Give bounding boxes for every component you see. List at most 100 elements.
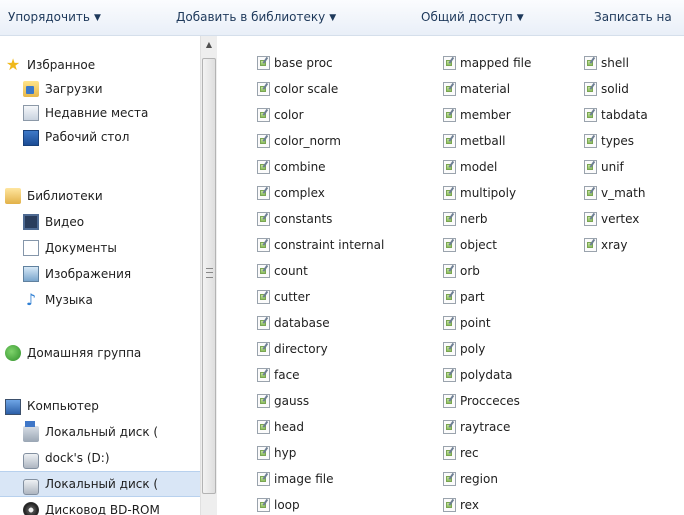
pictures-library-icon bbox=[23, 266, 39, 282]
file-item[interactable]: hyp bbox=[257, 440, 384, 466]
file-item[interactable]: types bbox=[584, 128, 648, 154]
nav-item-downloads[interactable]: Загрузки bbox=[0, 77, 200, 101]
file-item[interactable]: constants bbox=[257, 206, 384, 232]
file-icon bbox=[257, 316, 270, 330]
file-name: poly bbox=[460, 342, 486, 356]
burn-button[interactable]: Записать на bbox=[594, 10, 672, 24]
file-item[interactable]: solid bbox=[584, 76, 648, 102]
file-icon bbox=[584, 186, 597, 200]
nav-label: Библиотеки bbox=[27, 189, 103, 203]
file-item[interactable]: multipoly bbox=[443, 180, 531, 206]
file-item[interactable]: point bbox=[443, 310, 531, 336]
file-icon bbox=[257, 264, 270, 278]
file-icon bbox=[443, 134, 456, 148]
file-item[interactable]: model bbox=[443, 154, 531, 180]
file-item[interactable]: color bbox=[257, 102, 384, 128]
nav-item-video[interactable]: Видео bbox=[0, 210, 200, 234]
nav-label: Загрузки bbox=[45, 82, 103, 96]
file-item[interactable]: material bbox=[443, 76, 531, 102]
scroll-up-arrow-icon[interactable]: ▲ bbox=[201, 36, 217, 53]
nav-item-local-disk[interactable]: Локальный диск ( bbox=[0, 471, 200, 497]
file-icon bbox=[257, 472, 270, 486]
nav-label: Локальный диск ( bbox=[45, 425, 159, 439]
file-item[interactable]: xray bbox=[584, 232, 648, 258]
nav-item-recent-places[interactable]: Недавние места bbox=[0, 101, 200, 125]
file-item[interactable]: combine bbox=[257, 154, 384, 180]
file-icon bbox=[257, 342, 270, 356]
nav-item-dock-d[interactable]: dock's (D:) bbox=[0, 446, 200, 470]
file-item[interactable]: loop bbox=[257, 492, 384, 515]
file-icon bbox=[443, 56, 456, 70]
file-item[interactable]: object bbox=[443, 232, 531, 258]
file-item[interactable]: Procceces bbox=[443, 388, 531, 414]
file-item[interactable]: rec bbox=[443, 440, 531, 466]
nav-item-music[interactable]: ♪ Музыка bbox=[0, 288, 200, 312]
file-name: gauss bbox=[274, 394, 310, 408]
file-item[interactable]: count bbox=[257, 258, 384, 284]
file-item[interactable]: constraint internal bbox=[257, 232, 384, 258]
file-name: count bbox=[274, 264, 308, 278]
file-item[interactable]: orb bbox=[443, 258, 531, 284]
nav-favorites[interactable]: ★ Избранное bbox=[0, 53, 200, 77]
file-item[interactable]: color_norm bbox=[257, 128, 384, 154]
file-name: raytrace bbox=[460, 420, 511, 434]
file-column: mapped file material member metball model mul… bbox=[443, 50, 531, 515]
scrollbar-thumb[interactable] bbox=[202, 58, 216, 494]
burn-label: Записать на bbox=[594, 10, 672, 24]
file-name: metball bbox=[460, 134, 506, 148]
organize-button[interactable]: Упорядочить ▼ bbox=[8, 10, 101, 24]
file-item[interactable]: head bbox=[257, 414, 384, 440]
file-item[interactable]: v_math bbox=[584, 180, 648, 206]
documents-library-icon bbox=[23, 240, 39, 256]
share-button[interactable]: Общий доступ ▼ bbox=[421, 10, 524, 24]
file-item[interactable]: part bbox=[443, 284, 531, 310]
file-item[interactable]: complex bbox=[257, 180, 384, 206]
file-item[interactable]: image file bbox=[257, 466, 384, 492]
file-icon bbox=[257, 186, 270, 200]
file-item[interactable]: mapped file bbox=[443, 50, 531, 76]
file-item[interactable]: raytrace bbox=[443, 414, 531, 440]
nav-computer[interactable]: Компьютер bbox=[0, 394, 200, 418]
file-item[interactable]: cutter bbox=[257, 284, 384, 310]
file-item[interactable]: poly bbox=[443, 336, 531, 362]
file-name: model bbox=[460, 160, 498, 174]
add-to-library-button[interactable]: Добавить в библиотеку ▼ bbox=[176, 10, 336, 24]
file-item[interactable]: tabdata bbox=[584, 102, 648, 128]
file-name: tabdata bbox=[601, 108, 648, 122]
file-item[interactable]: nerb bbox=[443, 206, 531, 232]
file-icon bbox=[257, 160, 270, 174]
nav-label: Компьютер bbox=[27, 399, 99, 413]
file-item[interactable]: database bbox=[257, 310, 384, 336]
nav-scrollbar[interactable]: ▲ bbox=[200, 36, 217, 515]
file-item[interactable]: unif bbox=[584, 154, 648, 180]
file-item[interactable]: member bbox=[443, 102, 531, 128]
nav-homegroup[interactable]: Домашняя группа bbox=[0, 341, 200, 365]
homegroup-icon bbox=[5, 345, 21, 361]
nav-item-documents[interactable]: Документы bbox=[0, 236, 200, 260]
recent-places-icon bbox=[23, 105, 39, 121]
file-item[interactable]: rex bbox=[443, 492, 531, 515]
nav-item-local-disk-c[interactable]: Локальный диск ( bbox=[0, 420, 200, 444]
file-item[interactable]: gauss bbox=[257, 388, 384, 414]
file-item[interactable]: vertex bbox=[584, 206, 648, 232]
nav-label: Домашняя группа bbox=[27, 346, 142, 360]
file-item[interactable]: metball bbox=[443, 128, 531, 154]
nav-item-images[interactable]: Изображения bbox=[0, 262, 200, 286]
nav-label: Дисковод BD-ROM bbox=[45, 503, 160, 515]
file-item[interactable]: face bbox=[257, 362, 384, 388]
file-item[interactable]: base proc bbox=[257, 50, 384, 76]
nav-libraries[interactable]: Библиотеки bbox=[0, 184, 200, 208]
nav-item-bd-rom[interactable]: Дисковод BD-ROM bbox=[0, 498, 200, 515]
file-item[interactable]: directory bbox=[257, 336, 384, 362]
file-item[interactable]: color scale bbox=[257, 76, 384, 102]
nav-label: Музыка bbox=[45, 293, 93, 307]
file-icon bbox=[443, 316, 456, 330]
file-item[interactable]: polydata bbox=[443, 362, 531, 388]
file-item[interactable]: shell bbox=[584, 50, 648, 76]
file-item[interactable]: region bbox=[443, 466, 531, 492]
file-name: base proc bbox=[274, 56, 333, 70]
nav-item-desktop[interactable]: Рабочий стол bbox=[0, 125, 200, 149]
file-name: color bbox=[274, 108, 304, 122]
file-name: color scale bbox=[274, 82, 339, 96]
file-name: loop bbox=[274, 498, 300, 512]
